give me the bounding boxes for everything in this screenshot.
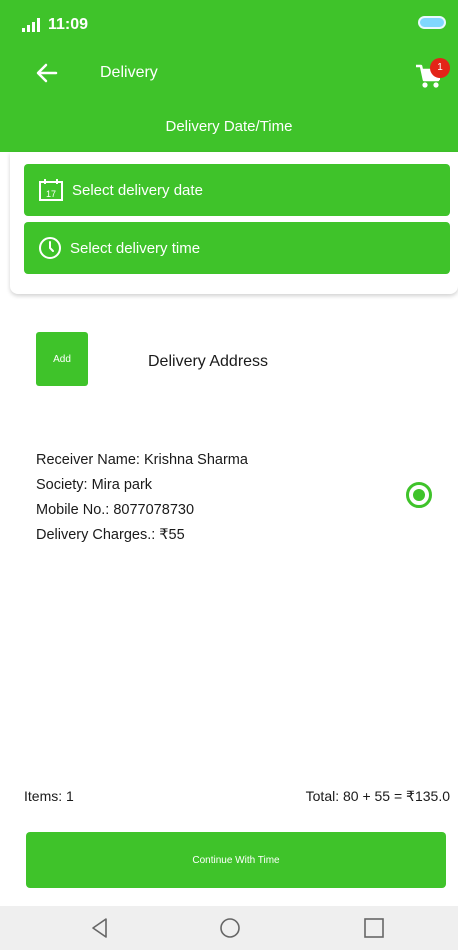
status-time: 11:09 <box>48 16 89 33</box>
items-count: Items: 1 <box>24 788 74 804</box>
status-bar: 11:09 <box>22 14 88 36</box>
cart-count-badge: 1 <box>430 58 450 78</box>
section-subtitle: Delivery Date/Time <box>165 118 293 135</box>
app-header: 11:09 Delivery 1 Delivery Date/Time <box>0 0 458 152</box>
nav-back-icon[interactable] <box>88 916 112 940</box>
delivery-charges: Delivery Charges.: ₹55 <box>36 527 185 543</box>
system-nav-bar <box>0 906 458 950</box>
calendar-day-label: 17 <box>46 189 56 199</box>
add-address-button[interactable]: Add <box>36 332 88 386</box>
battery-icon <box>418 16 446 29</box>
mobile-number: Mobile No.: 8077078730 <box>36 502 195 518</box>
nav-home-icon[interactable] <box>218 916 242 940</box>
select-date-label: Select delivery date <box>72 181 203 199</box>
continue-with-time-button[interactable]: Continue With Time <box>26 832 446 888</box>
receiver-name: Receiver Name: Krishna Sharma <box>36 452 248 468</box>
select-time-button[interactable]: Select delivery time <box>24 222 450 274</box>
select-date-button[interactable]: 17 Select delivery date <box>24 164 450 216</box>
address-details: Receiver Name: Krishna Sharma Society: M… <box>36 448 248 548</box>
back-arrow-icon[interactable] <box>34 60 60 86</box>
signal-icon <box>22 18 40 32</box>
delivery-address-title: Delivery Address <box>148 353 269 370</box>
address-radio-selected-icon[interactable] <box>406 482 432 508</box>
page-title: Delivery <box>100 64 158 81</box>
nav-recents-icon[interactable] <box>362 916 386 940</box>
calendar-icon: 17 <box>39 179 63 201</box>
select-time-label: Select delivery time <box>70 239 201 257</box>
clock-icon <box>39 237 61 259</box>
order-total: Total: 80 + 55 = ₹135.0 <box>305 788 450 804</box>
society: Society: Mira park <box>36 477 153 493</box>
